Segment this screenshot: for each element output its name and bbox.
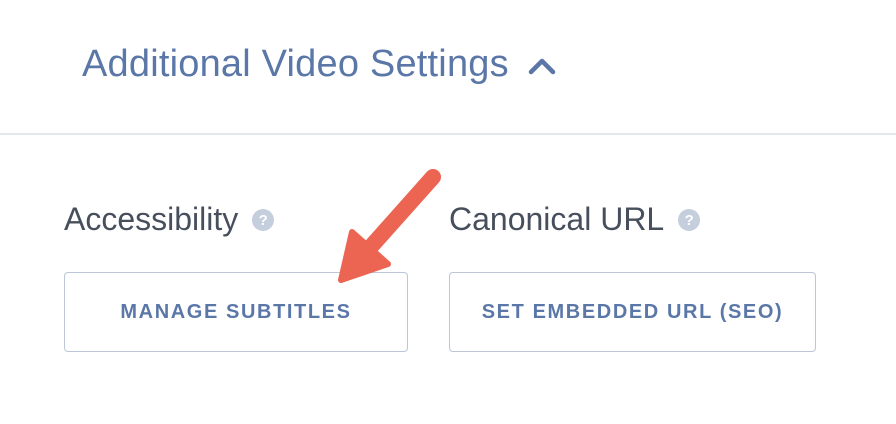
accessibility-field: Accessibility ? xyxy=(64,196,275,242)
help-icon[interactable]: ? xyxy=(678,209,701,231)
set-embedded-url-label: SET EMBEDDED URL (SEO) xyxy=(481,300,784,323)
canonical-url-field: Canonical URL ? xyxy=(449,196,701,242)
additional-video-settings-header[interactable]: Additional Video Settings xyxy=(82,40,557,88)
manage-subtitles-label: MANAGE SUBTITLES xyxy=(120,300,352,323)
help-icon[interactable]: ? xyxy=(252,209,275,231)
video-settings-page: Additional Video Settings Accessibility … xyxy=(0,0,896,424)
canonical-url-label: Canonical URL xyxy=(449,201,665,237)
section-divider xyxy=(0,133,896,135)
section-title: Additional Video Settings xyxy=(82,43,509,85)
set-embedded-url-button[interactable]: SET EMBEDDED URL (SEO) xyxy=(449,272,816,352)
chevron-up-icon[interactable] xyxy=(527,56,557,76)
manage-subtitles-button[interactable]: MANAGE SUBTITLES xyxy=(64,272,408,352)
accessibility-label: Accessibility xyxy=(64,201,239,237)
